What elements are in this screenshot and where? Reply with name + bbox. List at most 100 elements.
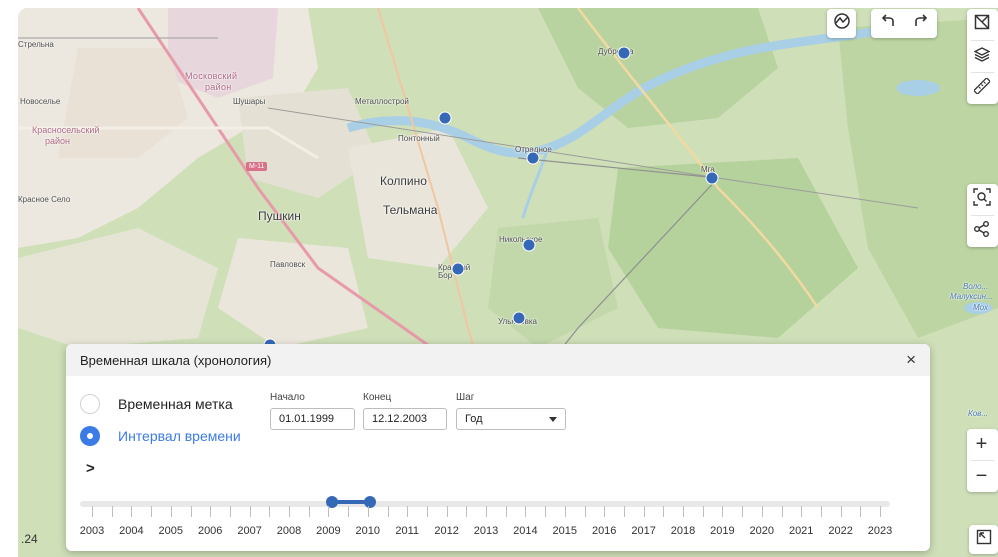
zoom-in-button[interactable]: +: [967, 429, 996, 460]
search-area-button[interactable]: [967, 184, 996, 215]
district-label: Московский: [185, 71, 238, 81]
ruler-icon: [972, 76, 991, 99]
timeline-tick: [170, 506, 172, 517]
map-marker[interactable]: [438, 111, 452, 125]
timeline-tick: [131, 506, 133, 517]
share-button[interactable]: [967, 216, 996, 247]
timeline-tick: [466, 506, 468, 517]
timeline-tick: [505, 506, 507, 517]
map-select-icon: [974, 14, 990, 35]
timeline-tick: [92, 506, 93, 517]
timeline-year-label: 2017: [631, 525, 656, 537]
timeline-tick: [781, 506, 783, 517]
timeline-tick: [584, 506, 586, 517]
expand-icon[interactable]: >: [86, 460, 95, 477]
place-label: Металлострой: [355, 97, 409, 106]
district-label: Красносельский: [32, 125, 100, 135]
radio-time-point-label[interactable]: Временная метка: [118, 396, 233, 412]
radio-time-interval[interactable]: [80, 426, 100, 446]
timeline-tick: [308, 506, 310, 517]
zoom-in-icon: +: [975, 433, 988, 455]
place-label: Мох: [973, 303, 988, 312]
timeline-tick: [426, 506, 428, 517]
start-date-value: 01.01.1999: [279, 413, 335, 425]
step-select[interactable]: Год: [456, 408, 566, 430]
end-date-field[interactable]: 12.12.2003: [363, 408, 447, 430]
place-label: Пушкин: [258, 209, 301, 223]
radio-time-interval-label[interactable]: Интервал времени: [118, 428, 241, 444]
timeline-year-label: 2014: [513, 525, 538, 537]
timeline-track[interactable]: [80, 501, 890, 507]
place-label: Павловск: [270, 260, 306, 269]
timeline-year-label: 2022: [828, 525, 853, 537]
map-marker[interactable]: [526, 151, 540, 165]
map-marker[interactable]: [451, 262, 465, 276]
timeline-year-label: 2007: [237, 525, 262, 537]
map-marker[interactable]: [512, 311, 526, 325]
timeline-tick: [289, 506, 290, 517]
place-label: Колпино: [380, 174, 427, 188]
timeline-tick: [486, 506, 487, 517]
history-controls: [871, 9, 937, 38]
zoom-controls: + −: [967, 429, 998, 492]
timeline-tick: [840, 506, 842, 517]
radio-time-point[interactable]: [80, 394, 100, 414]
map-marker[interactable]: [617, 46, 631, 60]
timeline-tick: [367, 506, 369, 517]
end-date-label: Конец: [363, 392, 392, 403]
timeline-header: Временная шкала (хронология) ×: [66, 344, 930, 376]
timeline-panel: Временная шкала (хронология) × Временная…: [66, 344, 930, 551]
ruler-button[interactable]: [967, 73, 996, 104]
timeline-tick: [683, 506, 684, 517]
timeline-tick: [525, 506, 527, 517]
redo-icon: [913, 14, 929, 33]
timeline-year-label: 2005: [158, 525, 184, 537]
timeline-tick: [229, 506, 231, 517]
timeline-year-label: 2018: [670, 525, 696, 537]
place-label: Новоселье: [20, 97, 61, 106]
district-label: район: [45, 136, 71, 146]
timeline-tick: [328, 506, 330, 517]
map-tools-2: [967, 184, 998, 247]
timeline-year-label: 2009: [316, 525, 341, 537]
timeline-tick: [663, 506, 665, 517]
analytics-icon: [833, 12, 851, 35]
end-date-value: 12.12.2003: [372, 413, 428, 425]
layers-button[interactable]: [967, 41, 996, 72]
timeline-tick: [210, 506, 212, 517]
start-date-field[interactable]: 01.01.1999: [270, 408, 355, 430]
undo-icon: [880, 14, 896, 33]
place-label: Тельмана: [383, 203, 438, 217]
undo-button[interactable]: [871, 9, 904, 38]
timeline-tick: [387, 506, 389, 517]
timeline-tick: [860, 506, 862, 517]
redo-button[interactable]: [904, 9, 937, 38]
timeline-year-label: 2015: [552, 525, 578, 537]
place-label: Красное Село: [18, 195, 71, 204]
map-marker[interactable]: [705, 171, 719, 185]
timeline-tick: [446, 506, 448, 517]
timeline-tick: [623, 506, 625, 517]
timeline-tick: [564, 506, 566, 517]
timeline-tick: [643, 506, 645, 517]
timeline-tick: [151, 506, 153, 517]
map-select-button[interactable]: [967, 9, 996, 40]
timeline-year-label: 2016: [591, 525, 617, 537]
map-marker[interactable]: [522, 238, 536, 252]
range-end-handle[interactable]: [363, 496, 376, 508]
timeline-tick: [249, 506, 251, 517]
timeline-tick: [880, 506, 881, 517]
timeline-title: Временная шкала (хронология): [80, 353, 272, 368]
timeline-year-label: 2008: [276, 525, 302, 537]
zoom-out-icon: −: [975, 465, 988, 487]
place-label: Никольское: [499, 235, 543, 244]
zoom-out-button[interactable]: −: [967, 461, 996, 492]
search-area-icon: [972, 188, 991, 211]
timeline-year-label: 2021: [788, 525, 814, 537]
close-icon[interactable]: ×: [906, 350, 916, 370]
timeline-year-label: 2004: [119, 525, 144, 537]
fullscreen-button[interactable]: [969, 525, 998, 554]
timeline-tick: [722, 506, 724, 517]
timeline-tick: [604, 506, 606, 517]
analytics-button[interactable]: [827, 9, 856, 38]
